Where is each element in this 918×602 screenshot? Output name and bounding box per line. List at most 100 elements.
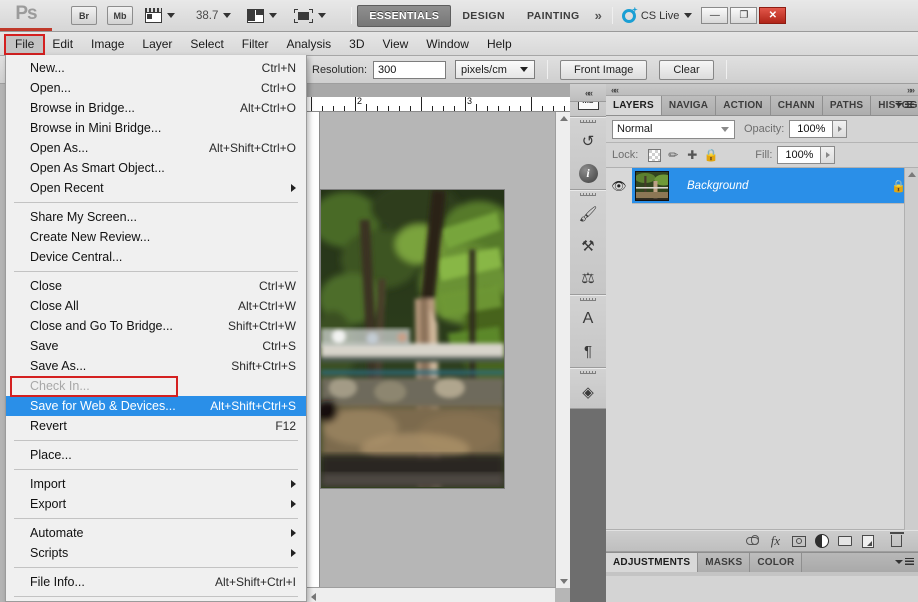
file-menu-dropdown[interactable]: New... Ctrl+N Open... Ctrl+O Browse in Bridg… <box>5 55 307 602</box>
file-menu-item-automate[interactable]: Automate <box>6 523 306 543</box>
zoom-chevron-down-icon[interactable] <box>223 13 232 18</box>
bottom-panel-menu-button[interactable] <box>895 558 914 565</box>
file-menu-item-open[interactable]: Open... Ctrl+O <box>6 78 306 98</box>
workspace-tab-painting[interactable]: PAINTING <box>516 5 591 27</box>
opacity-value[interactable]: 100% <box>789 120 834 138</box>
tab-paths[interactable]: PATHS <box>822 96 872 115</box>
table-row[interactable]: 👁 Background 🔒 <box>606 167 918 204</box>
file-menu-item-share-my-screen[interactable]: Share My Screen... <box>6 207 306 227</box>
collapse-right-icon[interactable]: »» <box>907 85 915 95</box>
file-menu-item-file-info[interactable]: File Info... Alt+Shift+Ctrl+I <box>6 572 306 592</box>
collapse-left-icon[interactable]: «« <box>611 85 619 95</box>
layer-thumbnail[interactable] <box>635 170 669 201</box>
file-menu-item-open-as[interactable]: Open As... Alt+Shift+Ctrl+O <box>6 138 306 158</box>
cs-live-button[interactable]: CS Live <box>621 8 693 23</box>
file-menu-item-place[interactable]: Place... <box>6 445 306 465</box>
menu-item-analysis[interactable]: Analysis <box>277 34 340 54</box>
file-menu-item-revert[interactable]: Revert F12 <box>6 416 306 436</box>
zoom-level-value[interactable]: 38.7 <box>196 10 218 22</box>
workspace-tab-essentials[interactable]: ESSENTIALS <box>357 4 452 27</box>
scroll-up-icon[interactable] <box>908 172 916 177</box>
opacity-stepper[interactable] <box>833 120 848 138</box>
file-menu-item-save[interactable]: Save Ctrl+S <box>6 336 306 356</box>
tab-naviga[interactable]: NAVIGA <box>661 96 717 115</box>
menu-item-select[interactable]: Select <box>181 34 232 54</box>
dock-drag-handle[interactable] <box>570 191 606 198</box>
document-canvas-area[interactable]: 23 <box>307 84 570 602</box>
brush-panel-icon[interactable]: 🖌 <box>570 198 606 230</box>
resolution-input[interactable]: 300 <box>373 60 447 79</box>
lock-position-icon[interactable]: ✚ <box>684 148 700 163</box>
file-menu-item-save-as[interactable]: Save As... Shift+Ctrl+S <box>6 356 306 376</box>
file-menu-item-import[interactable]: Import <box>6 474 306 494</box>
blend-mode-select[interactable]: Normal <box>612 119 735 139</box>
menu-item-view[interactable]: View <box>373 34 417 54</box>
clone-source-panel-icon[interactable]: ⚒ <box>570 230 606 262</box>
file-menu-item-close-all[interactable]: Close All Alt+Ctrl+W <box>6 296 306 316</box>
file-menu-item-close[interactable]: Close Ctrl+W <box>6 276 306 296</box>
file-menu-item-device-central[interactable]: Device Central... <box>6 247 306 267</box>
delete-layer-button[interactable] <box>885 532 908 550</box>
menu-item-layer[interactable]: Layer <box>133 34 181 54</box>
canvas-vertical-scrollbar[interactable] <box>555 112 570 588</box>
tool-presets-panel-icon[interactable]: ⚖ <box>570 262 606 294</box>
tab-chann[interactable]: CHANN <box>770 96 823 115</box>
restore-button[interactable]: ❐ <box>730 7 758 24</box>
new-layer-button[interactable] <box>856 532 879 550</box>
menu-item-filter[interactable]: Filter <box>233 34 278 54</box>
layer-list[interactable]: 👁 Background 🔒 <box>606 167 918 530</box>
file-menu-item-browse-in-mini-bridge[interactable]: Browse in Mini Bridge... <box>6 118 306 138</box>
minimize-button[interactable]: — <box>701 7 729 24</box>
menu-item-edit[interactable]: Edit <box>43 34 82 54</box>
file-menu-item-export[interactable]: Export <box>6 494 306 514</box>
tab-masks[interactable]: MASKS <box>698 553 751 572</box>
file-menu-item-close-and-go-to-bridge[interactable]: Close and Go To Bridge... Shift+Ctrl+W <box>6 316 306 336</box>
layer-name[interactable]: Background <box>669 180 891 192</box>
close-button[interactable]: ✕ <box>759 7 787 24</box>
file-menu-item-scripts[interactable]: Scripts <box>6 543 306 563</box>
menu-item-help[interactable]: Help <box>478 34 521 54</box>
paragraph-panel-icon[interactable]: ¶ <box>570 335 606 367</box>
tab-color[interactable]: COLOR <box>750 553 803 572</box>
layer-style-button[interactable]: fx <box>764 532 787 550</box>
launch-mini-bridge-button[interactable]: Mb <box>107 6 133 25</box>
dock-drag-handle[interactable] <box>570 369 606 376</box>
link-layers-button[interactable] <box>741 532 764 550</box>
image-canvas[interactable] <box>320 189 505 489</box>
scroll-left-icon[interactable] <box>311 593 316 601</box>
new-adjustment-layer-button[interactable] <box>810 532 833 550</box>
launch-bridge-button[interactable]: Br <box>71 6 97 25</box>
info-panel-icon[interactable]: i <box>570 157 606 189</box>
panel-collapse-bar[interactable]: «« »» <box>606 84 918 96</box>
layer-list-scrollbar[interactable] <box>904 168 918 530</box>
menu-item-window[interactable]: Window <box>417 34 478 54</box>
file-menu-item-browse-in-bridge[interactable]: Browse in Bridge... Alt+Ctrl+O <box>6 98 306 118</box>
add-layer-mask-button[interactable] <box>787 532 810 550</box>
workspace-tab-design[interactable]: DESIGN <box>451 5 516 27</box>
panel-menu-button[interactable] <box>895 101 914 108</box>
screen-mode-button[interactable] <box>294 8 327 23</box>
lock-all-icon[interactable]: 🔒 <box>703 148 719 163</box>
character-panel-icon[interactable]: A <box>570 303 606 335</box>
arrange-documents-button[interactable] <box>247 8 278 23</box>
menu-item-image[interactable]: Image <box>82 34 133 54</box>
tab-action[interactable]: ACTION <box>716 96 771 115</box>
menu-item-file[interactable]: File <box>6 33 44 54</box>
file-menu-item-new[interactable]: New... Ctrl+N <box>6 58 306 78</box>
lock-transparent-pixels-icon[interactable] <box>646 148 662 163</box>
fill-stepper[interactable] <box>821 146 836 164</box>
tab-layers[interactable]: LAYERS <box>606 96 662 115</box>
dock-expand-button[interactable]: «« <box>570 84 606 102</box>
lock-image-pixels-icon[interactable]: ✏ <box>665 148 681 163</box>
menu-item-3d[interactable]: 3D <box>340 34 373 54</box>
front-image-button[interactable]: Front Image <box>560 59 648 80</box>
view-extras-button[interactable] <box>145 8 175 23</box>
dock-drag-handle[interactable] <box>570 296 606 303</box>
layer-visibility-toggle[interactable]: 👁 <box>606 167 632 204</box>
new-group-button[interactable] <box>833 532 856 550</box>
scroll-down-icon[interactable] <box>560 579 568 584</box>
file-menu-item-create-new-review[interactable]: Create New Review... <box>6 227 306 247</box>
3d-panel-icon[interactable]: ◈ <box>570 376 606 408</box>
fill-value[interactable]: 100% <box>777 146 822 164</box>
tab-adjustments[interactable]: ADJUSTMENTS <box>606 553 699 572</box>
